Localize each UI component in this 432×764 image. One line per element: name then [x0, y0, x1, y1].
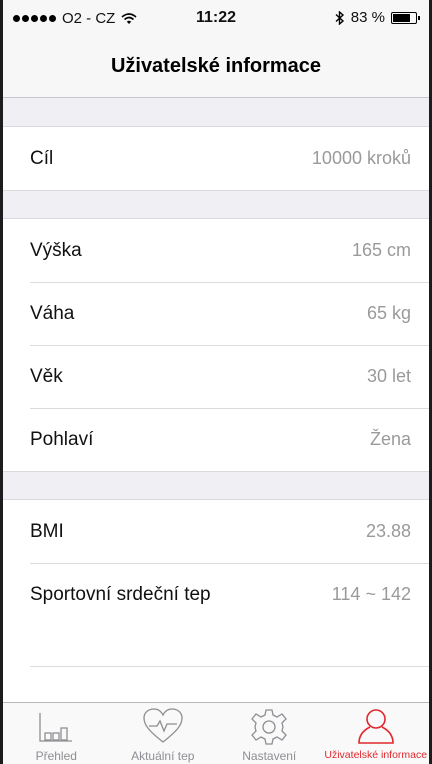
row-label: Výška: [30, 239, 82, 261]
battery-area: 83 %: [335, 9, 420, 26]
row-value: Žena: [369, 429, 411, 449]
row-label: Pohlaví: [30, 428, 94, 450]
tab-bar: Přehled Aktuální tep Nastavení Uživatels…: [3, 702, 429, 764]
row-value: 23.88: [365, 521, 411, 541]
tab-current-heart-rate[interactable]: Aktuální tep: [110, 703, 217, 764]
row-value: 165 cm: [351, 240, 411, 260]
phone-screen: O2 - CZ 11:22 83 % Uživatelské informace…: [0, 0, 432, 764]
row-value: 65 kg: [366, 303, 411, 323]
body-group: Výška 165 cm Váha 65 kg Věk 30 let Pohla…: [3, 218, 429, 472]
settings-list: Cíl 10000 kroků Výška 165 cm Váha 65 kg …: [3, 99, 429, 627]
section-spacer: [3, 99, 429, 126]
age-row[interactable]: Věk 30 let: [3, 345, 429, 408]
tab-label: Nastavení: [242, 749, 297, 763]
battery-icon: [391, 11, 420, 24]
gender-row[interactable]: Pohlaví Žena: [3, 408, 429, 471]
page-title: Uživatelské informace: [110, 55, 322, 77]
bmi-row: BMI 23.88: [3, 500, 429, 563]
height-row[interactable]: Výška 165 cm: [3, 219, 429, 282]
row-label: Věk: [30, 365, 63, 387]
empty-list-area: [3, 610, 429, 702]
row-label: Váha: [30, 302, 75, 324]
goal-row[interactable]: Cíl 10000 kroků: [3, 127, 429, 190]
row-value: 114 ~ 142: [331, 584, 411, 604]
tab-label: Přehled: [35, 749, 77, 763]
status-bar: O2 - CZ 11:22 83 %: [3, 0, 429, 34]
tab-user-info[interactable]: Uživatelské informace: [323, 703, 430, 764]
tab-label: Aktuální tep: [131, 749, 195, 763]
tab-overview[interactable]: Přehled: [3, 703, 110, 764]
battery-fill: [393, 13, 411, 22]
tab-settings[interactable]: Nastavení: [216, 703, 323, 764]
row-label: Cíl: [30, 147, 54, 169]
section-spacer: [3, 191, 429, 218]
user-icon: [357, 709, 394, 744]
bar-chart-icon: [39, 713, 73, 742]
bluetooth-icon: [335, 10, 344, 25]
tab-label: Uživatelské informace: [324, 749, 428, 761]
stats-group: BMI 23.88 Sportovní srdeční tep 114 ~ 14…: [3, 499, 429, 627]
section-spacer: [3, 472, 429, 499]
weight-row[interactable]: Váha 65 kg: [3, 282, 429, 345]
battery-percent: 83 %: [350, 9, 385, 26]
navigation-bar: Uživatelské informace: [3, 34, 429, 98]
row-label: Sportovní srdeční tep: [30, 583, 211, 605]
heart-pulse-icon: [143, 708, 183, 743]
row-value: 10000 kroků: [311, 148, 411, 168]
row-label: BMI: [30, 520, 64, 542]
goal-group: Cíl 10000 kroků: [3, 126, 429, 191]
gear-icon: [251, 709, 288, 745]
divider: [30, 666, 429, 667]
row-value: 30 let: [366, 366, 411, 386]
